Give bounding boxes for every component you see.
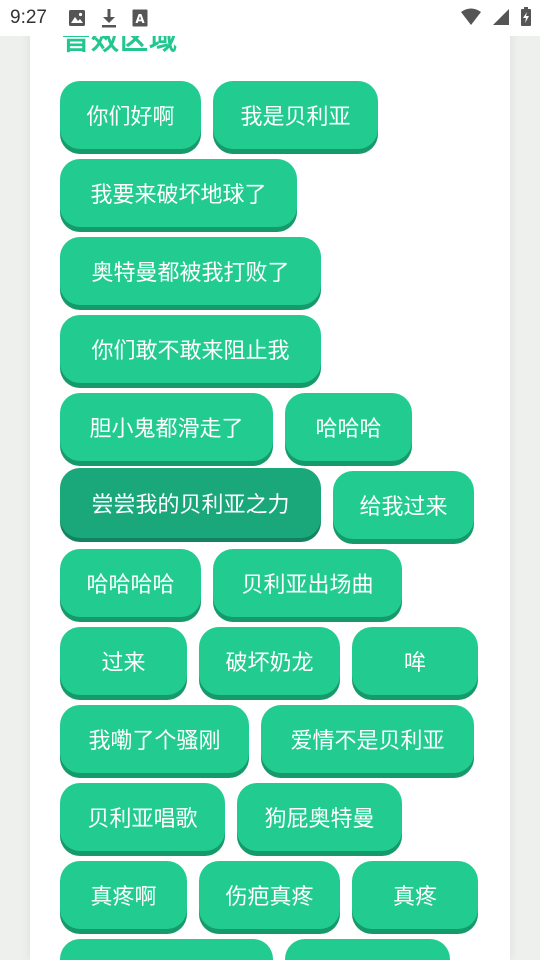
font-a-icon: A [132,9,148,31]
sfx-button-2[interactable]: 我是贝利亚 [213,81,378,149]
image-icon [68,9,86,31]
sfx-button-21[interactable]: 真疼 [352,861,478,929]
sfx-button-19[interactable]: 真疼啊 [60,861,187,929]
sfx-button-9[interactable]: 给我过来 [333,471,474,539]
sfx-button-11[interactable]: 贝利亚出场曲 [213,549,402,617]
signal-icon [492,8,510,30]
sfx-button-23[interactable] [285,939,450,960]
notification-icons: A [68,8,148,32]
sfx-button-1[interactable]: 你们好啊 [60,81,201,149]
sfx-button-10[interactable]: 哈哈哈哈 [60,549,201,617]
system-icons [460,7,532,31]
sfx-button-14[interactable]: 哞 [352,627,478,695]
sfx-button-7[interactable]: 哈哈哈 [285,393,412,461]
sfx-button-6[interactable]: 胆小鬼都滑走了 [60,393,273,461]
sfx-button-15[interactable]: 我嘞了个骚刚 [60,705,249,773]
sfx-button-22[interactable] [60,939,273,960]
svg-text:A: A [135,12,145,26]
sfx-button-8[interactable]: 尝尝我的贝利亚之力 [60,468,321,538]
sound-effects-panel: 音效区域 你们好啊 我是贝利亚 我要来破坏地球了 奥特曼都被我打败了 你们敢不敢… [30,0,510,960]
sfx-button-12[interactable]: 过来 [60,627,187,695]
battery-icon [520,7,532,31]
sfx-button-13[interactable]: 破坏奶龙 [199,627,340,695]
status-bar: 9:27 A [0,0,540,36]
status-time: 9:27 [10,7,47,28]
sfx-button-20[interactable]: 伤疤真疼 [199,861,340,929]
sfx-button-4[interactable]: 奥特曼都被我打败了 [60,237,321,305]
download-icon [100,8,118,32]
sfx-button-18[interactable]: 狗屁奥特曼 [237,783,402,851]
wifi-icon [460,8,482,30]
sfx-button-16[interactable]: 爱情不是贝利亚 [261,705,474,773]
sfx-button-5[interactable]: 你们敢不敢来阻止我 [60,315,321,383]
sfx-button-17[interactable]: 贝利亚唱歌 [60,783,225,851]
sfx-button-3[interactable]: 我要来破坏地球了 [60,159,297,227]
